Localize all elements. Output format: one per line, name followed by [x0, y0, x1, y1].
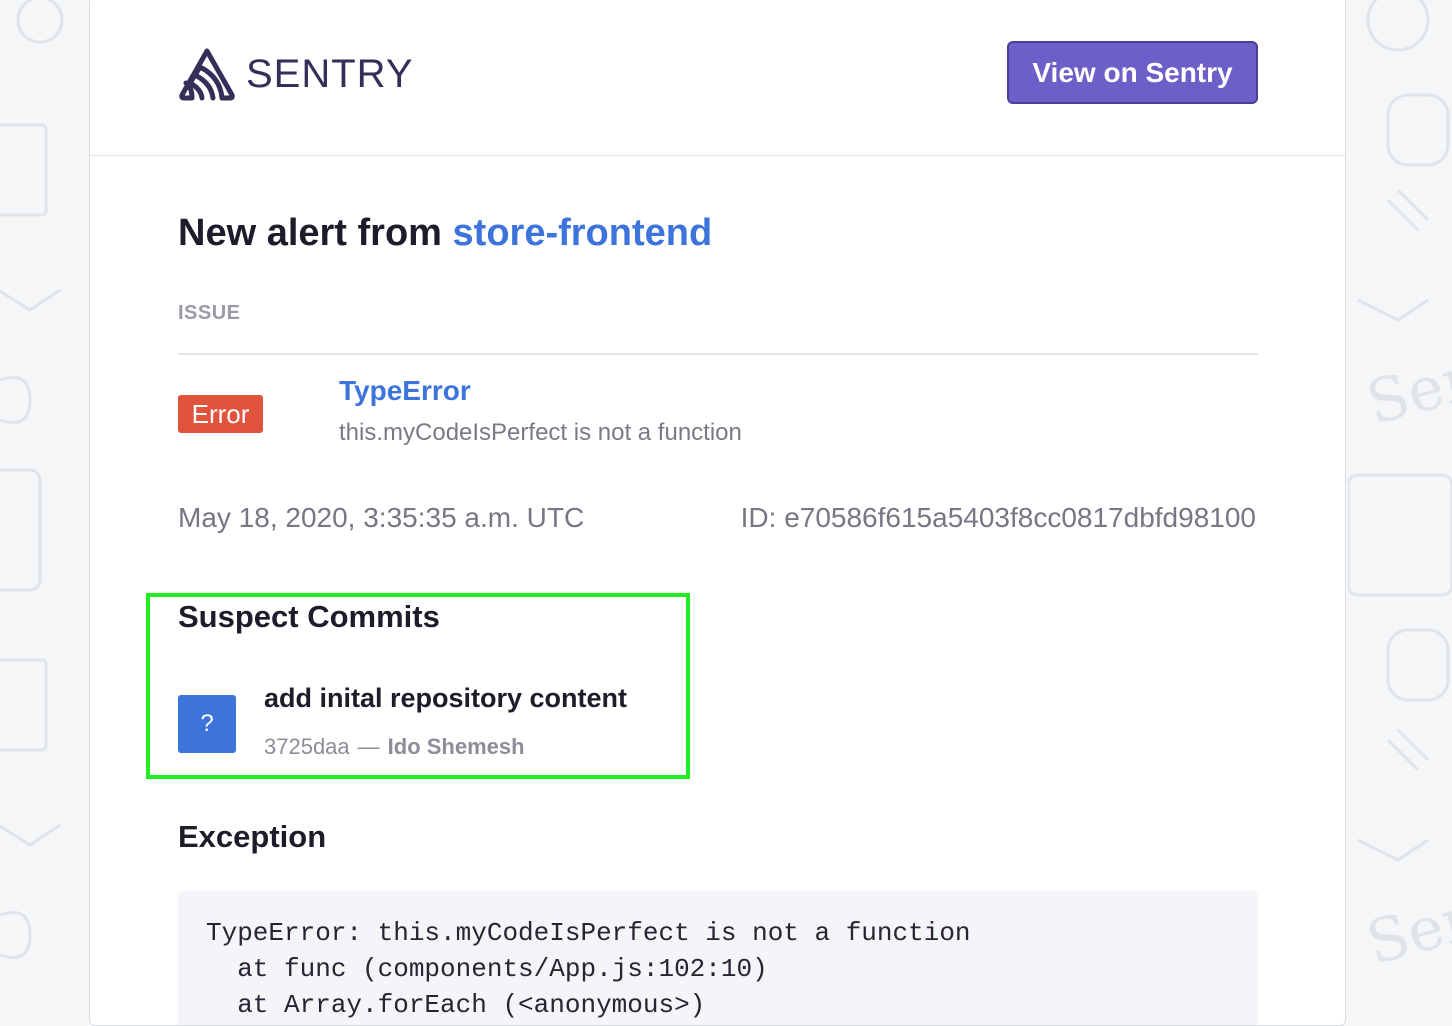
section-divider: [178, 353, 1258, 355]
stacktrace-block: TypeError: this.myCodeIsPerfect is not a…: [178, 891, 1258, 1025]
project-link[interactable]: store-frontend: [453, 212, 713, 254]
email-header: SENTRY View on Sentry: [90, 0, 1345, 156]
view-on-sentry-button[interactable]: View on Sentry: [1007, 41, 1258, 104]
event-id: ID: e70586f615a5403f8cc0817dbfd98100: [740, 502, 1256, 533]
sentry-logo[interactable]: SENTRY: [178, 47, 414, 101]
stacktrace-line: TypeError: this.myCodeIsPerfect is not a…: [206, 918, 971, 948]
commit-meta: 3725daa — Ido Shemesh: [264, 734, 525, 760]
background-pattern-right: Sent Sent: [1348, 0, 1452, 1020]
event-timestamp: May 18, 2020, 3:35:35 a.m. UTC: [178, 502, 585, 533]
commit-message: add inital repository content: [264, 683, 628, 713]
logo-wordmark: SENTRY: [246, 51, 414, 96]
suspect-commits-heading: Suspect Commits: [178, 599, 440, 634]
issue-section-label: ISSUE: [178, 302, 241, 324]
background-pattern-left: [0, 0, 90, 1020]
author-avatar: ?: [178, 695, 236, 753]
alert-title-prefix: New alert from: [178, 212, 442, 254]
stacktrace-line: at Array.forEach (<anonymous>): [206, 990, 706, 1020]
sentry-logo-icon: [179, 48, 235, 101]
commit-meta-separator: —: [357, 734, 380, 759]
alert-title: New alert from store-frontend: [178, 212, 712, 255]
svg-text:Sent: Sent: [1360, 335, 1452, 439]
commit-sha[interactable]: 3725daa: [264, 734, 350, 759]
issue-title-link[interactable]: TypeError: [339, 375, 471, 407]
svg-text:Sent: Sent: [1360, 875, 1452, 979]
commit-author: Ido Shemesh: [387, 734, 525, 759]
issue-message: this.myCodeIsPerfect is not a function: [339, 419, 742, 446]
exception-heading: Exception: [178, 819, 327, 854]
level-badge: Error: [178, 395, 263, 433]
stacktrace-line: at func (components/App.js:102:10): [206, 954, 768, 984]
alert-email-card: SENTRY View on Sentry New alert from sto…: [89, 0, 1346, 1026]
